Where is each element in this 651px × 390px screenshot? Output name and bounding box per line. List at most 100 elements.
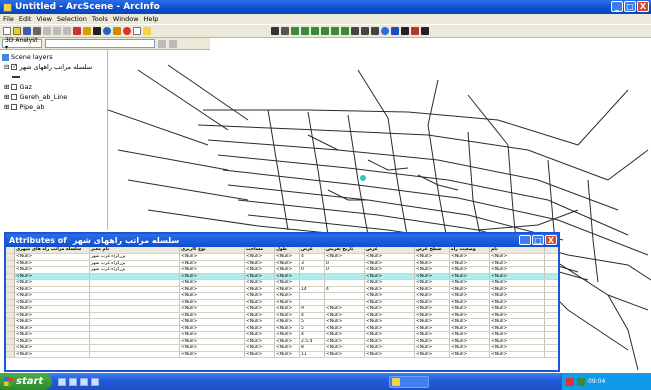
column-header[interactable]: تاریخ تعریض [325, 247, 365, 253]
attribute-table-window[interactable]: Attributes of سلسله مراتب راههای شهر _ □… [4, 232, 560, 372]
zoom-out-icon[interactable] [301, 27, 309, 35]
menu-tools[interactable]: Tools [92, 15, 108, 23]
expand-icon[interactable]: ⊟ [4, 63, 9, 71]
center-target-icon[interactable] [331, 27, 339, 35]
animation-icon[interactable] [113, 27, 121, 35]
quick-launch-icon[interactable] [91, 377, 99, 386]
quick-launch-icon[interactable] [69, 377, 77, 386]
navigate-icon[interactable] [271, 27, 279, 35]
toc-layer-pipe[interactable]: ⊞ Pipe_ab [2, 102, 105, 112]
globe-icon[interactable] [103, 27, 111, 35]
profile-icon[interactable] [169, 39, 177, 48]
contour-icon[interactable] [158, 39, 166, 48]
toc-layer-gaz[interactable]: ⊞ Gaz [2, 82, 105, 92]
expand-fov-icon[interactable] [371, 27, 379, 35]
row-selector[interactable] [6, 351, 15, 357]
column-header[interactable]: عرض [300, 247, 325, 253]
column-header[interactable]: طول [275, 247, 300, 253]
find-icon[interactable] [421, 27, 429, 35]
menu-selection[interactable]: Selection [57, 15, 87, 23]
toc-layer-roads[interactable]: ⊟ ✓ سلسله مراتب راههای شهر [2, 62, 105, 72]
row-selector[interactable] [6, 319, 15, 325]
close-button[interactable]: X [637, 1, 649, 12]
menu-window[interactable]: Window [113, 15, 139, 23]
menu-view[interactable]: View [36, 15, 51, 23]
save-icon[interactable] [23, 27, 31, 35]
column-header[interactable]: سلسله مراتب راه های شهری [15, 247, 90, 253]
attr-minimize-button[interactable]: _ [519, 235, 531, 245]
fly-icon[interactable] [281, 27, 289, 35]
cut-icon[interactable] [43, 27, 51, 35]
row-selector[interactable] [6, 338, 15, 344]
expand-icon[interactable]: ⊞ [4, 83, 9, 91]
row-selector[interactable] [6, 273, 15, 279]
menu-help[interactable]: Help [144, 15, 159, 23]
taskbar-app-button[interactable] [389, 375, 429, 388]
layer-visibility-checkbox[interactable] [11, 94, 18, 100]
row-selector[interactable] [6, 254, 15, 260]
column-header[interactable]: عرض [365, 247, 415, 253]
layer-properties-icon[interactable] [93, 27, 101, 35]
new-icon[interactable] [3, 27, 11, 35]
expand-icon[interactable]: ⊞ [4, 103, 9, 111]
select-features-icon[interactable] [391, 27, 399, 35]
column-header[interactable]: سطح عرض [415, 247, 450, 253]
row-selector[interactable] [6, 260, 15, 266]
column-header[interactable]: نام [490, 247, 545, 253]
select-elements-icon[interactable] [401, 27, 409, 35]
row-selector[interactable] [6, 325, 15, 331]
table-cell: <Null> [325, 325, 365, 331]
tray-icon[interactable] [577, 377, 585, 386]
row-selector[interactable] [6, 345, 15, 351]
delete-icon[interactable] [73, 27, 81, 35]
maximize-button[interactable]: □ [624, 1, 636, 12]
attr-close-button[interactable]: X [545, 235, 557, 245]
column-header[interactable]: نوع کاربری [180, 247, 245, 253]
menu-edit[interactable]: Edit [19, 15, 32, 23]
tray-icon[interactable] [566, 377, 574, 386]
row-selector[interactable] [6, 299, 15, 305]
table-cell: <Null> [180, 351, 245, 357]
menu-file[interactable]: File [3, 15, 14, 23]
zoom-to-target-icon[interactable] [341, 27, 349, 35]
measure-icon[interactable] [411, 27, 419, 35]
column-header[interactable]: وضعیت راه [450, 247, 490, 253]
layer-dropdown[interactable] [45, 39, 155, 48]
row-selector[interactable] [6, 293, 15, 299]
quick-launch-icon[interactable] [80, 377, 88, 386]
layer-visibility-checkbox[interactable] [11, 84, 18, 90]
paste-icon[interactable] [63, 27, 71, 35]
open-icon[interactable] [13, 27, 21, 35]
toc-layer-gereh[interactable]: ⊞ Gereh_ab_Line [2, 92, 105, 102]
window-icon[interactable] [133, 27, 141, 35]
row-selector[interactable] [6, 267, 15, 273]
start-button[interactable]: start [0, 373, 52, 390]
print-icon[interactable] [33, 27, 41, 35]
toc-root[interactable]: Scene layers [2, 52, 105, 62]
row-selector[interactable] [6, 332, 15, 338]
row-selector[interactable] [6, 306, 15, 312]
layer-visibility-checkbox[interactable]: ✓ [11, 64, 18, 70]
column-header[interactable]: مساحت [245, 247, 275, 253]
set-observer-icon[interactable] [351, 27, 359, 35]
identify-icon[interactable] [381, 27, 389, 35]
expand-icon[interactable]: ⊞ [4, 93, 9, 101]
row-selector[interactable] [6, 280, 15, 286]
table-row[interactable]: <Null> <Null> <Null> <Null> 11 <Null> <Null> <N… [6, 351, 558, 358]
row-selector[interactable] [6, 312, 15, 318]
add-data-icon[interactable] [83, 27, 91, 35]
whats-this-icon[interactable] [143, 27, 151, 35]
zoom-in-icon[interactable] [291, 27, 299, 35]
3d-analyst-menu[interactable]: 3D Analyst ▾ [2, 37, 42, 51]
full-extent-icon[interactable] [321, 27, 329, 35]
record-icon[interactable] [123, 27, 131, 35]
minimize-button[interactable]: _ [611, 1, 623, 12]
column-header[interactable]: نام معبر [90, 247, 180, 253]
copy-icon[interactable] [53, 27, 61, 35]
quick-launch-icon[interactable] [58, 377, 66, 386]
layer-visibility-checkbox[interactable] [11, 104, 18, 110]
row-selector[interactable] [6, 286, 15, 292]
pan-icon[interactable] [311, 27, 319, 35]
attr-maximize-button[interactable]: □ [532, 235, 544, 245]
narrow-fov-icon[interactable] [361, 27, 369, 35]
